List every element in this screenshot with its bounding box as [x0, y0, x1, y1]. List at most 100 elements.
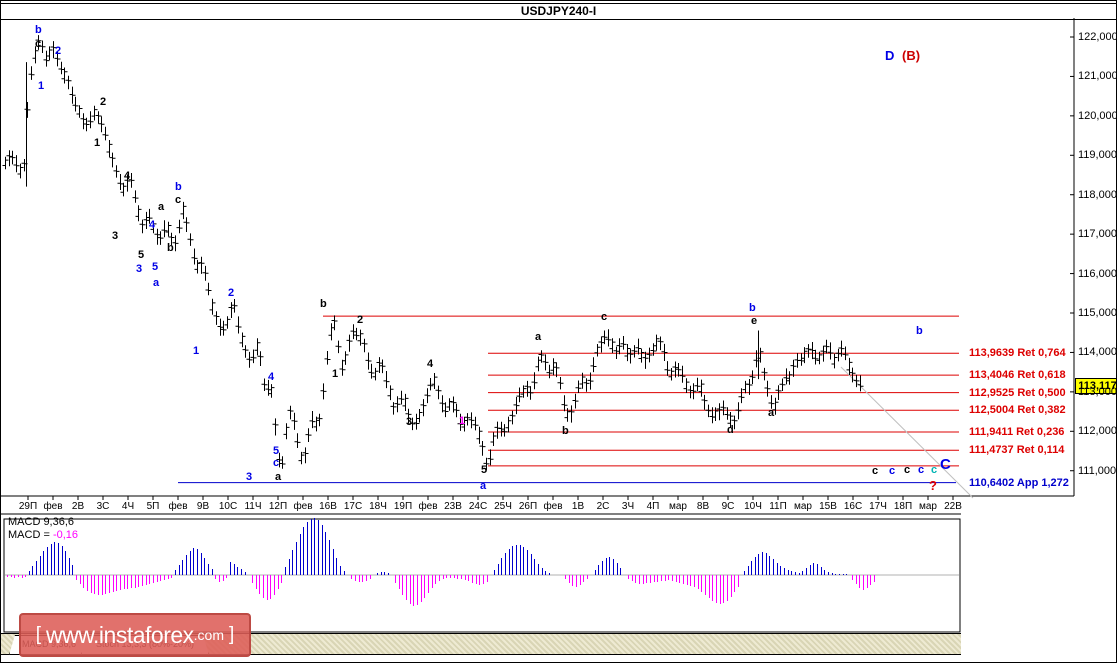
wave-label: 1 — [332, 368, 339, 380]
date-axis-label: 10С — [218, 501, 238, 512]
wave-label-D: D — [885, 48, 895, 63]
fib-level-label: 111,4737 Ret 0,114 — [969, 444, 1065, 457]
date-axis-label: 18Ч — [369, 501, 387, 512]
wave-label: 3 — [112, 230, 119, 242]
date-axis-label: 17Ч — [869, 501, 887, 512]
date-axis-label: 9В — [196, 501, 210, 512]
fib-level-label: 111,9411 Ret 0,236 — [969, 425, 1065, 438]
wave-label: 4 — [149, 219, 156, 231]
date-axis-label: 17С — [343, 501, 363, 512]
wave-label: a — [768, 407, 775, 419]
wave-label: b — [749, 302, 756, 314]
wave-label: 1 — [459, 415, 466, 427]
wave-label: c — [918, 464, 925, 476]
date-axis-label: фев — [43, 501, 63, 512]
date-axis-label: 29П — [18, 501, 38, 512]
date-axis-label: 2В — [71, 501, 85, 512]
wave-label: c — [601, 311, 608, 323]
price-axis-label: 121,000 — [1078, 70, 1117, 83]
date-axis-label: 4Ч — [121, 501, 135, 512]
logo-bracket-open: [ — [35, 624, 41, 645]
date-axis-label: 19П — [393, 501, 413, 512]
price-axis-label: 115,000 — [1078, 307, 1117, 319]
date-axis-label: фев — [168, 501, 188, 512]
date-axis-label: 11П — [769, 501, 787, 512]
date-axis-label: 15В — [819, 501, 837, 512]
price-axis-label: 117,000 — [1078, 228, 1117, 241]
price-bars — [2, 35, 864, 471]
wave-label: e — [751, 315, 758, 327]
wave-label: c — [931, 464, 938, 476]
macd-histogram-positive — [29, 518, 847, 575]
logo-tld: .com — [193, 627, 224, 643]
macd-value-prefix: MACD = — [8, 529, 53, 541]
fib-level-label: 110,6402 App 1,272 — [969, 476, 1069, 489]
wave-label: d — [727, 424, 734, 436]
wave-label: 2 — [100, 96, 107, 108]
price-axis-label: 118,000 — [1078, 188, 1117, 201]
price-axis-label: 114,000 — [1078, 346, 1117, 359]
wave-label: 3 — [246, 471, 253, 483]
wave-label: 2 — [228, 287, 235, 299]
wave-label: a — [275, 471, 282, 483]
date-axis-label: 23В — [444, 501, 462, 512]
date-axis-label: 9С — [721, 501, 735, 512]
date-axis-label: 22В — [944, 501, 962, 512]
date-axis-label: фев — [293, 501, 313, 512]
date-axis-label: фев — [543, 501, 563, 512]
fib-level-label: 112,9525 Ret 0,500 — [969, 386, 1066, 399]
price-axis-label: 111,000 — [1078, 464, 1117, 477]
macd-value-label: MACD = -0,16 — [8, 529, 78, 541]
date-axis-label: 24С — [468, 501, 488, 512]
date-axis-label: 16В — [319, 501, 337, 512]
date-axis-label: 3Ч — [621, 501, 635, 512]
wave-label: c — [872, 465, 879, 477]
wave-label: b — [320, 298, 327, 310]
wave-label: c — [904, 464, 911, 476]
date-axis-label: 3С — [96, 501, 110, 512]
date-axis-label: 11Ч — [244, 501, 262, 512]
date-axis-label: 10Ч — [744, 501, 762, 512]
wave-label: b — [175, 181, 182, 193]
macd-histogram-negative — [7, 575, 875, 606]
wave-label: c — [889, 465, 896, 477]
price-axis-label: 112,000 — [1078, 425, 1117, 438]
wave-label: 1 — [94, 137, 101, 149]
wave-label: 1 — [38, 80, 45, 92]
wave-label: 5 — [138, 249, 145, 261]
wave-label: 3 — [406, 416, 413, 428]
date-axis-label: 25Ч — [494, 501, 512, 512]
wave-label: 2 — [357, 314, 364, 326]
wave-label: c — [273, 457, 280, 469]
wave-label: 1 — [193, 345, 200, 357]
price-axis-label: 120,000 — [1078, 109, 1117, 122]
wave-label: 4 — [427, 358, 434, 370]
date-axis-label: 12П — [268, 501, 288, 512]
wave-label: 3 — [136, 263, 143, 275]
macd-value-number: -0,16 — [52, 529, 79, 541]
date-axis-label: 18П — [893, 501, 913, 512]
fib-level-label: 113,9639 Ret 0,764 — [969, 347, 1066, 360]
date-axis-label: мар — [669, 501, 687, 512]
date-axis-label: фев — [418, 501, 438, 512]
price-axis-label: 116,000 — [1078, 267, 1117, 280]
logo-domain: www.instaforex — [45, 621, 194, 648]
instaforex-logo: [www.instaforex .com] — [19, 613, 251, 657]
wave-label-B: (B) — [902, 48, 921, 63]
macd-params-label: MACD 9,36,6 — [8, 516, 75, 528]
wave-label: a — [480, 480, 487, 492]
wave-label: b — [167, 242, 174, 254]
wave-label: c — [35, 38, 42, 50]
fib-level-label: 112,5004 Ret 0,382 — [969, 404, 1066, 417]
wave-label: a — [158, 201, 165, 213]
wave-label: 5 — [273, 445, 280, 457]
wave-label: 2 — [55, 45, 62, 57]
price-chart-canvas — [1, 18, 1075, 633]
date-axis-label: 1В — [571, 501, 585, 512]
wave-label: b — [562, 425, 569, 437]
chart-window: USDJPY240-I D (B) 113,117 ? MACD 9,36,6 … — [0, 0, 1117, 663]
question-mark-label: ? — [929, 478, 937, 493]
wave-label: 5 — [152, 261, 159, 273]
wave-label: a — [153, 277, 160, 289]
wave-label: 5 — [481, 464, 488, 476]
